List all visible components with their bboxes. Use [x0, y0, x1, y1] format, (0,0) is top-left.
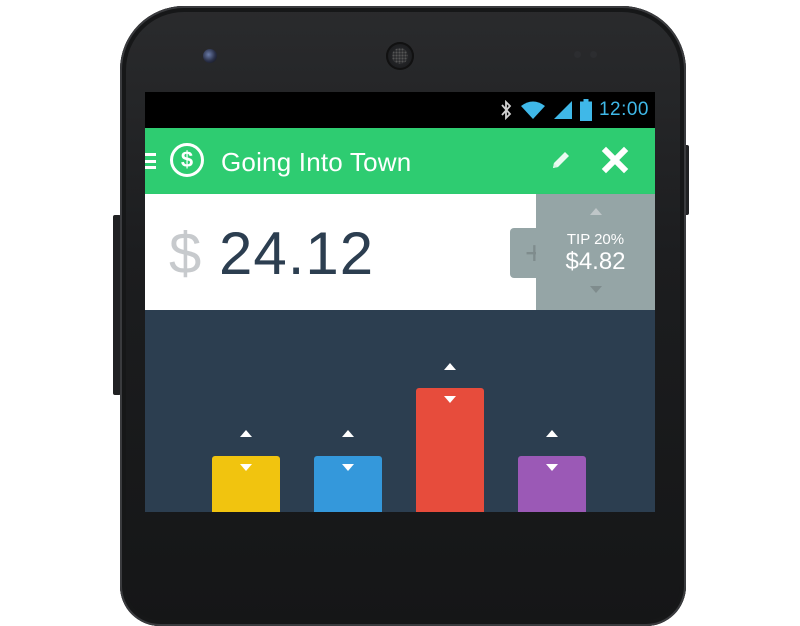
increase-share-icon[interactable] — [444, 363, 456, 370]
phone-screen: 12:00 $ Going Into Town $ 24.12 + TIP 20… — [145, 92, 655, 512]
dollar-circle-icon: $ — [170, 143, 204, 177]
increase-share-icon[interactable] — [342, 430, 354, 437]
signal-icon — [553, 101, 572, 119]
tip-amount: $4.82 — [565, 248, 626, 275]
app-bar: $ Going Into Town — [145, 128, 655, 194]
tip-percent-label: TIP 20% — [566, 231, 625, 248]
split-bar[interactable] — [212, 456, 280, 512]
proximity-sensor — [574, 51, 581, 58]
decrease-share-icon[interactable] — [444, 396, 456, 403]
decrease-share-icon[interactable] — [546, 464, 558, 471]
light-sensor — [590, 51, 597, 58]
split-bar[interactable] — [416, 388, 484, 512]
earpiece-speaker — [386, 42, 414, 70]
currency-symbol: $ — [169, 221, 202, 286]
bluetooth-icon — [501, 100, 512, 120]
close-icon[interactable] — [600, 145, 630, 175]
split-area — [145, 310, 655, 512]
bill-amount-row: $ 24.12 + TIP 20% $4.82 — [145, 194, 655, 310]
split-bar[interactable] — [314, 456, 382, 512]
increase-share-icon[interactable] — [546, 430, 558, 437]
status-bar: 12:00 — [145, 92, 655, 128]
increase-share-icon[interactable] — [240, 430, 252, 437]
menu-icon[interactable] — [145, 153, 156, 169]
wifi-icon — [520, 101, 545, 119]
split-bar[interactable] — [518, 456, 586, 512]
battery-icon — [579, 99, 592, 121]
tip-decrease-icon[interactable] — [590, 286, 602, 293]
status-time: 12:00 — [598, 99, 649, 120]
tip-panel[interactable]: TIP 20% $4.82 — [536, 194, 655, 310]
decrease-share-icon[interactable] — [342, 464, 354, 471]
pencil-icon[interactable] — [549, 148, 573, 172]
tip-increase-icon[interactable] — [590, 208, 602, 215]
bill-amount[interactable]: 24.12 — [219, 222, 374, 286]
page-title: Going Into Town — [221, 147, 412, 177]
front-camera — [203, 49, 217, 63]
decrease-share-icon[interactable] — [240, 464, 252, 471]
